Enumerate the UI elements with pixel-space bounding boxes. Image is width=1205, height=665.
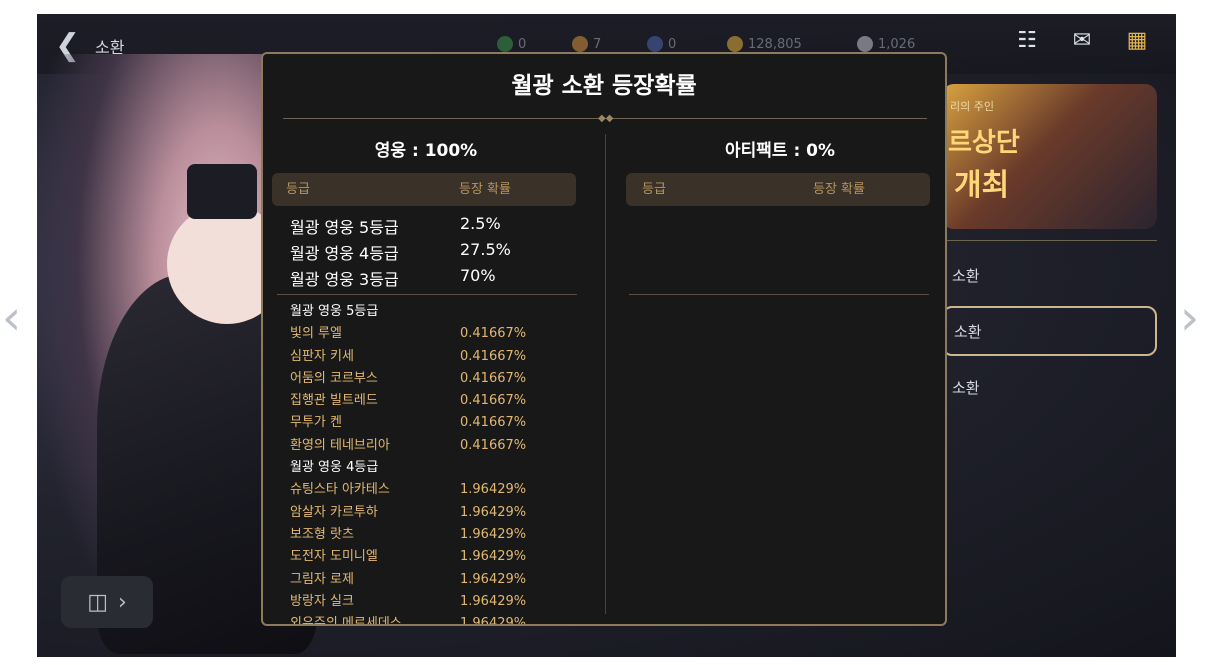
grade-name: 월광 영웅 3등급 [290, 270, 399, 289]
grade-rate: 2.5% [460, 214, 501, 233]
grade-divider [277, 294, 577, 295]
hero-rate-row: 보조형 랏츠 1.96429% [290, 526, 527, 542]
event-banner[interactable]: 리의 주인 르상단 개최 [942, 84, 1157, 229]
hero-rate-row: 환영의 테네브리아 0.41667% [290, 437, 527, 453]
crystal-counter: 1,026 [857, 36, 915, 52]
hero-rate-row: 도전자 도미니엘 1.96429% [290, 549, 527, 565]
resource-value: 7 [593, 36, 602, 52]
hero-rate-row: 무투가 켄 0.41667% [290, 415, 527, 431]
hero-table-header: 등급 등장 확률 [272, 173, 576, 206]
divider-ornament-icon: ◆◆ [598, 113, 614, 124]
chevron-right-icon: › [117, 589, 127, 615]
summon-menu-item-3[interactable]: 소환 [942, 364, 1157, 412]
grade-name: 월광 영웅 5등급 [290, 218, 399, 237]
rate-header: 등장 확률 [459, 182, 511, 197]
artifact-rate-header: 등장 확률 [813, 182, 865, 197]
right-divider [942, 240, 1157, 241]
banner-line-1: 리의 주인 [950, 100, 994, 113]
feather-icon [572, 36, 588, 52]
hero-rate-row: 암살자 카르투하 1.96429% [290, 504, 527, 520]
grade-name: 월광 영웅 4등급 [290, 244, 399, 263]
prev-arrow-icon[interactable]: ‹ [2, 290, 21, 346]
artifact-table-header: 등급 등장 확률 [626, 173, 930, 206]
hero-rate-row: 어둠의 코르부스 0.41667% [290, 370, 527, 386]
hero-probability-title: 영웅 : 100% [374, 141, 478, 161]
crystal-icon [857, 36, 873, 52]
resource-value: 128,805 [748, 36, 802, 52]
banner-line-2: 르상단 [948, 128, 1020, 158]
hero-rate-row: 외유주의 메르세데스 1.96429% [290, 616, 527, 626]
resource-value: 0 [518, 36, 527, 52]
orb-icon [647, 36, 663, 52]
inventory-button[interactable]: ◫ › [61, 576, 153, 628]
gold-coin-icon [727, 36, 743, 52]
menu-grid-icon[interactable]: ▦ [1122, 28, 1152, 54]
artifact-divider [629, 294, 929, 295]
clover-counter: 0 [497, 36, 526, 52]
grade-rate: 70% [460, 266, 496, 285]
feather-counter: 7 [572, 36, 601, 52]
next-arrow-icon[interactable]: › [1180, 290, 1199, 346]
group-heading: 월광 영웅 4등급 [290, 460, 379, 476]
gold-coin-counter: 128,805 [727, 36, 802, 52]
summon-menu-item-2[interactable]: 소환 [942, 306, 1157, 356]
resource-value: 0 [668, 36, 677, 52]
resource-value: 1,026 [878, 36, 916, 52]
modal-title: 월광 소환 등장확률 [511, 73, 697, 99]
hero-rate-row: 그림자 로제 1.96429% [290, 571, 527, 587]
hero-rate-list: 월광 영웅 5등급 빛의 루엘 0.41667% 심판자 키세 0.41667% 어… [290, 301, 590, 626]
hero-rate-row: 방랑자 실크 1.96429% [290, 593, 527, 609]
book-icon: ◫ [87, 589, 108, 615]
artifact-grade-header: 등급 [642, 182, 666, 197]
summon-menu-item-1[interactable]: 소환 [942, 252, 1157, 300]
group-heading: 월광 영웅 5등급 [290, 304, 379, 319]
friends-icon[interactable]: ☷ [1012, 28, 1042, 54]
grade-rate: 27.5% [460, 240, 511, 259]
column-divider [605, 134, 606, 614]
probability-modal: 월광 소환 등장확률 ◆◆ 영웅 : 100% 아티팩트 : 0% 등급 등장 … [261, 52, 947, 626]
banner-line-3: 개최 [954, 168, 1010, 203]
mail-icon[interactable]: ✉ [1067, 28, 1097, 54]
hero-rate-row: 심판자 키세 0.41667% [290, 348, 527, 364]
hero-rate-row: 빛의 루엘 0.41667% [290, 326, 527, 342]
hero-rate-row: 집행관 빌트레드 0.41667% [290, 393, 527, 409]
orb-counter: 0 [647, 36, 676, 52]
artifact-probability-title: 아티팩트 : 0% [724, 141, 836, 161]
clover-icon [497, 36, 513, 52]
hero-rate-row: 슈팅스타 아카테스 1.96429% [290, 482, 527, 498]
grade-header: 등급 [286, 182, 310, 197]
